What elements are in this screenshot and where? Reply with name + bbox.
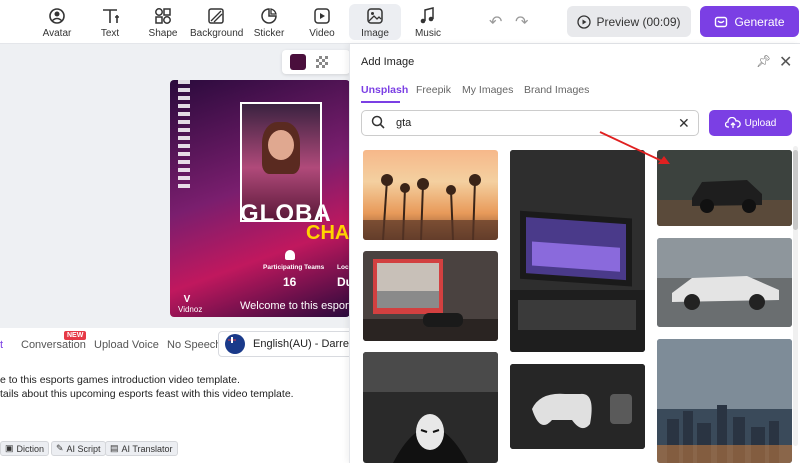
transparency-icon[interactable] <box>316 56 328 68</box>
tv-game-photo <box>363 259 498 341</box>
video-preview-canvas[interactable]: GLOBA CHA Participating Teams 16 Loc Du … <box>170 80 350 317</box>
welcome-text: Welcome to this esports <box>240 300 350 312</box>
tab-brand-images[interactable]: Brand Images <box>524 84 589 96</box>
active-tab-indicator <box>361 101 400 103</box>
image-result-masked-figure[interactable] <box>363 352 498 463</box>
tab-upload-voice[interactable]: Upload Voice <box>94 339 159 351</box>
music-icon <box>420 7 434 24</box>
classic-car-photo <box>657 238 792 327</box>
image-result-laptop[interactable] <box>510 150 645 352</box>
new-badge: NEW <box>64 331 87 340</box>
diction-icon: ▣ <box>5 443 14 453</box>
stat-label: Participating Teams <box>263 264 325 271</box>
image-icon <box>367 8 383 24</box>
tool-music-button[interactable]: Music <box>402 4 454 40</box>
upload-label: Upload <box>744 117 777 129</box>
tool-avatar-button[interactable]: Avatar <box>31 4 83 40</box>
diction-button[interactable]: ▣ Diction <box>0 441 50 456</box>
palm-trees-photo <box>363 174 498 240</box>
script-text-line[interactable]: e to this esports games introduction vid… <box>0 374 240 386</box>
tab-script[interactable]: t <box>0 339 3 351</box>
ai-script-icon: ✎ <box>56 443 64 453</box>
stat-label: Loc <box>337 264 349 271</box>
cloud-upload-icon <box>724 117 741 128</box>
annotation-arrow <box>599 131 670 164</box>
ai-translator-button[interactable]: ▤ AI Translator <box>105 441 178 456</box>
script-panel: t Conversation NEW Upload Voice No Speec… <box>0 328 358 463</box>
team-icon <box>285 250 295 260</box>
tool-video-button[interactable]: Video <box>296 4 348 40</box>
tool-label: Text <box>100 28 120 39</box>
translator-icon: ▤ <box>110 443 119 453</box>
sticker-icon <box>261 8 277 24</box>
tool-background-button[interactable]: Background <box>190 4 244 40</box>
tool-label: Shape <box>148 28 178 39</box>
masked-figure-photo <box>363 352 498 463</box>
tab-freepik[interactable]: Freepik <box>416 84 451 96</box>
controller-photo <box>510 364 645 449</box>
image-result-classic-car[interactable] <box>657 238 792 327</box>
voice-label: English(AU) - Darren <box>253 338 356 350</box>
laptop-photo <box>510 150 645 352</box>
tool-label: Avatar <box>42 28 72 39</box>
image-result-tv-racing[interactable] <box>363 251 498 341</box>
city-skyline-photo <box>657 339 792 463</box>
tab-unsplash[interactable]: Unsplash <box>361 84 408 96</box>
stat-value: 16 <box>283 275 297 289</box>
generate-icon <box>715 16 728 27</box>
decorative-stripes <box>178 80 190 190</box>
preview-label: Preview (00:09) <box>596 14 681 29</box>
tool-shape-button[interactable]: Shape <box>137 4 189 40</box>
tool-label: Music <box>414 28 442 39</box>
upload-button[interactable]: Upload <box>709 110 792 136</box>
clear-search-icon[interactable]: ✕ <box>678 115 690 132</box>
tool-label: Sticker <box>253 28 285 39</box>
tab-no-speech[interactable]: No Speech <box>167 339 221 351</box>
headline-line2: CHA <box>306 222 350 244</box>
top-toolbar: Avatar Text Shape Background Sticker Vid… <box>0 0 800 44</box>
background-icon <box>208 8 224 24</box>
search-icon <box>371 115 385 129</box>
shape-icon <box>155 8 171 24</box>
panel-title: Add Image <box>361 56 415 68</box>
ai-script-button[interactable]: ✎ AI Script <box>51 441 106 456</box>
video-icon <box>314 8 330 24</box>
close-icon[interactable]: ✕ <box>779 52 792 72</box>
tool-label: Image <box>361 28 389 39</box>
play-circle-icon <box>577 14 592 29</box>
image-result-palm-sunset[interactable] <box>363 150 498 240</box>
tool-sticker-button[interactable]: Sticker <box>243 4 295 40</box>
generate-label: Generate <box>734 14 785 29</box>
tab-conversation[interactable]: Conversation <box>21 339 86 351</box>
image-result-city-skyline[interactable] <box>657 339 792 463</box>
generate-button[interactable]: Generate <box>700 6 799 37</box>
preview-button[interactable]: Preview (00:09) <box>567 6 691 37</box>
tool-label: Video <box>309 28 335 39</box>
scrollbar-thumb[interactable] <box>793 150 798 230</box>
color-swatch[interactable] <box>290 54 306 70</box>
text-icon <box>103 9 119 23</box>
image-result-controller[interactable] <box>510 364 645 449</box>
redo-icon[interactable]: ↷ <box>515 12 528 32</box>
tool-text-button[interactable]: Text <box>84 4 136 40</box>
pin-icon[interactable]: 📌︎ <box>756 54 771 68</box>
script-text-line[interactable]: tails about this upcoming esports feast … <box>0 388 294 400</box>
search-input[interactable] <box>396 115 656 131</box>
undo-icon[interactable]: ↶ <box>489 12 502 32</box>
australia-flag-icon <box>225 334 245 354</box>
add-image-panel: Add Image 📌︎ ✕ Unsplash Freepik My Image… <box>349 44 800 463</box>
brand-logo: V Vidnoz <box>178 294 203 314</box>
color-toolbar <box>282 50 350 74</box>
voice-select[interactable]: English(AU) - Darren <box>218 331 358 357</box>
tab-my-images[interactable]: My Images <box>462 84 513 96</box>
tool-label: Background <box>190 28 244 39</box>
avatar-icon <box>49 8 65 24</box>
tool-image-button[interactable]: Image <box>349 4 401 40</box>
